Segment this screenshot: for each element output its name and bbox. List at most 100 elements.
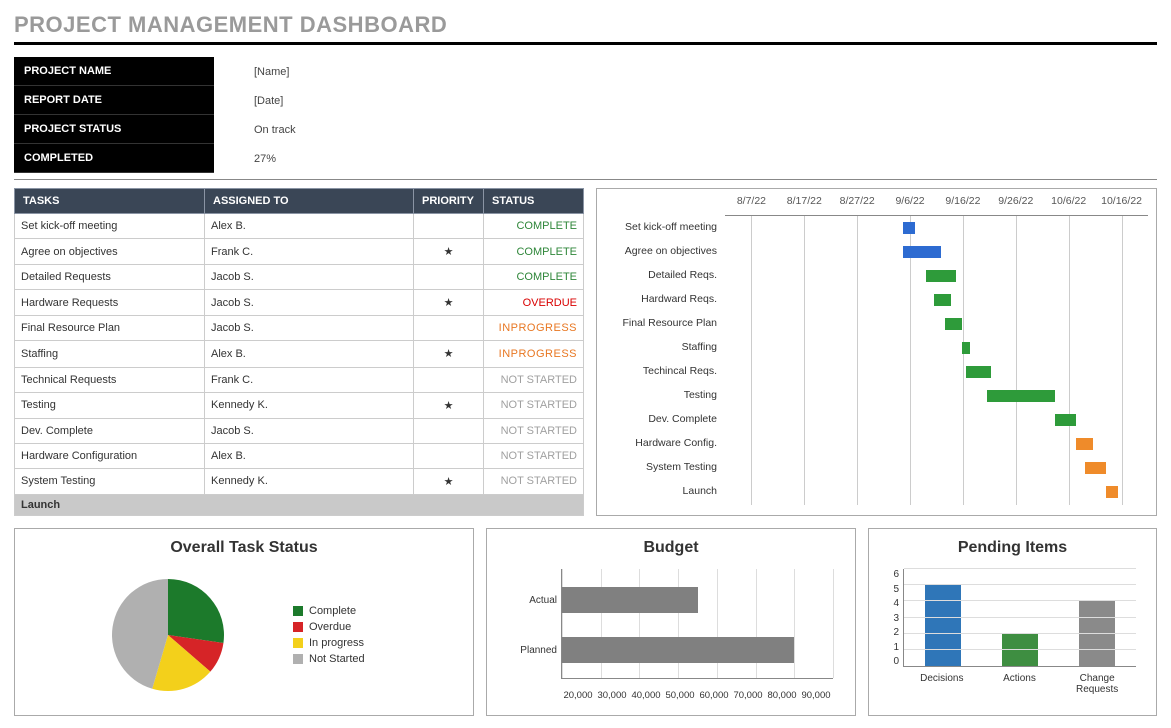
table-row: Technical RequestsFrank C. NOT STARTED [15, 367, 584, 392]
task-cell: Final Resource Plan [15, 316, 205, 341]
budget-x-tick: 90,000 [799, 690, 833, 701]
table-row: Dev. CompleteJacob S.NOT STARTED [15, 418, 584, 443]
pending-x-tick: Decisions [912, 673, 972, 695]
status-cell: INPROGRESS [484, 341, 584, 367]
gantt-label: Hardware Config. [605, 431, 725, 455]
pending-bar [1079, 601, 1115, 666]
info-label: PROJECT NAME [14, 57, 214, 86]
task-cell: Testing [15, 392, 205, 418]
priority-cell [414, 443, 484, 468]
pending-y-tick: 3 [885, 613, 899, 624]
status-cell: COMPLETE [484, 214, 584, 239]
pie-slice [168, 579, 224, 643]
overall-status-panel: Overall Task Status Complete Overdue In pr… [14, 528, 474, 716]
gantt-chart: Set kick-off meetingAgree on objectivesD… [596, 188, 1157, 516]
table-row: TestingKennedy K.★NOT STARTED [15, 392, 584, 418]
pending-panel: Pending Items 6543210 DecisionsActionsCh… [868, 528, 1157, 716]
budget-x-tick: 80,000 [765, 690, 799, 701]
project-status-value: On track [254, 124, 414, 136]
pending-y-tick: 5 [885, 584, 899, 595]
pie-legend: Complete Overdue In progress Not Started [293, 601, 365, 669]
task-cell: Technical Requests [15, 367, 205, 392]
task-cell: Agree on objectives [15, 239, 205, 265]
budget-panel: Budget Actual Planned 20,00030,00040,000… [486, 528, 856, 716]
pending-y-tick: 4 [885, 598, 899, 609]
priority-cell [414, 214, 484, 239]
gantt-axis-tick: 8/7/22 [725, 195, 778, 215]
pending-y-tick: 2 [885, 627, 899, 638]
report-date-value: [Date] [254, 95, 414, 107]
budget-x-tick: 40,000 [629, 690, 663, 701]
assigned-cell: Frank C. [205, 367, 414, 392]
pending-y-tick: 1 [885, 642, 899, 653]
pie-title: Overall Task Status [23, 539, 465, 557]
gantt-label: Set kick-off meeting [605, 215, 725, 239]
assigned-cell: Kennedy K. [205, 392, 414, 418]
gantt-bar [987, 390, 1055, 402]
info-label: REPORT DATE [14, 86, 214, 115]
priority-header: PRIORITY [414, 189, 484, 214]
tasks-header: TASKS [15, 189, 205, 214]
table-row: Set kick-off meetingAlex B.COMPLETE [15, 214, 584, 239]
table-row: Hardware RequestsJacob S.★OVERDUE [15, 290, 584, 316]
pending-title: Pending Items [877, 539, 1148, 557]
table-row: StaffingAlex B.★INPROGRESS [15, 341, 584, 367]
budget-y-label: Actual [505, 595, 557, 606]
budget-x-tick: 30,000 [595, 690, 629, 701]
legend-item: Overdue [293, 621, 365, 633]
priority-cell: ★ [414, 341, 484, 367]
gantt-axis-tick: 8/17/22 [778, 195, 831, 215]
gantt-axis-tick: 9/6/22 [884, 195, 937, 215]
legend-item: In progress [293, 637, 365, 649]
gantt-label: Staffing [605, 335, 725, 359]
budget-x-tick: 70,000 [731, 690, 765, 701]
table-row: System TestingKennedy K.★NOT STARTED [15, 468, 584, 494]
gantt-axis-tick: 10/6/22 [1042, 195, 1095, 215]
launch-row: Launch [15, 495, 584, 516]
task-cell: Staffing [15, 341, 205, 367]
gantt-bar [903, 222, 916, 234]
priority-cell [414, 265, 484, 290]
divider [14, 179, 1157, 180]
gantt-label: Testing [605, 383, 725, 407]
pending-bar [925, 585, 961, 666]
priority-cell [414, 418, 484, 443]
assigned-cell: Jacob S. [205, 265, 414, 290]
budget-bar [562, 587, 698, 613]
priority-cell: ★ [414, 239, 484, 265]
status-cell: NOT STARTED [484, 367, 584, 392]
gantt-bar [926, 270, 956, 282]
priority-cell [414, 367, 484, 392]
gantt-label: Dev. Complete [605, 407, 725, 431]
priority-cell: ★ [414, 468, 484, 494]
priority-cell: ★ [414, 290, 484, 316]
table-row: Hardware ConfigurationAlex B.NOT STARTED [15, 443, 584, 468]
info-label: PROJECT STATUS [14, 115, 214, 144]
status-cell: NOT STARTED [484, 392, 584, 418]
budget-x-tick: 60,000 [697, 690, 731, 701]
table-row: Agree on objectivesFrank C.★COMPLETE [15, 239, 584, 265]
gantt-bar [945, 318, 962, 330]
task-cell: Detailed Requests [15, 265, 205, 290]
gantt-bar [1085, 462, 1106, 474]
task-cell: Hardware Configuration [15, 443, 205, 468]
status-cell: NOT STARTED [484, 468, 584, 494]
assigned-cell: Alex B. [205, 341, 414, 367]
gantt-bar [962, 342, 970, 354]
gantt-label: Launch [605, 479, 725, 503]
divider [14, 42, 1157, 45]
table-row: Final Resource PlanJacob S.INPROGRESS [15, 316, 584, 341]
legend-item: Complete [293, 605, 365, 617]
gantt-bar [966, 366, 991, 378]
budget-x-tick: 20,000 [561, 690, 595, 701]
gantt-axis-tick: 9/16/22 [937, 195, 990, 215]
legend-item: Not Started [293, 653, 365, 665]
assigned-cell: Jacob S. [205, 290, 414, 316]
gantt-bar [1076, 438, 1093, 450]
budget-y-label: Planned [505, 645, 557, 656]
project-name-value: [Name] [254, 66, 414, 78]
task-cell: Dev. Complete [15, 418, 205, 443]
status-cell: OVERDUE [484, 290, 584, 316]
pie-chart [63, 565, 273, 705]
assigned-header: ASSIGNED TO [205, 189, 414, 214]
